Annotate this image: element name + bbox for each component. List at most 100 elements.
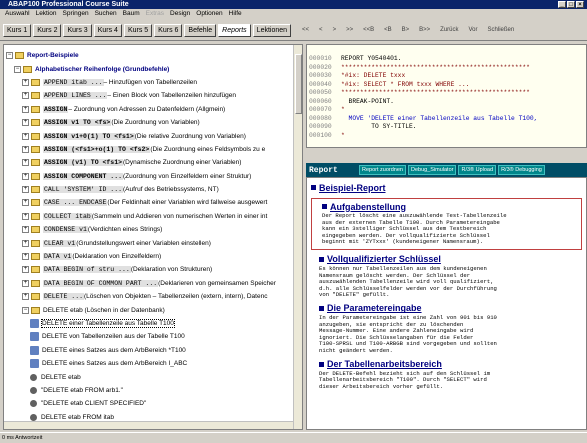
tree-node[interactable]: DELETE eines Satzes aus dem ArbBereich I…	[4, 357, 294, 370]
maximize-button[interactable]: □	[567, 1, 575, 8]
tree-node[interactable]: DELETE einer Tabellenzeile aus Tabelle T…	[4, 317, 294, 330]
tab-kurs-1[interactable]: Kurs 1	[3, 23, 32, 37]
expand-toggle-icon[interactable]: +	[22, 172, 29, 180]
tree-node[interactable]: + APPEND LINES ... – Einen Block von Tabe…	[4, 89, 294, 102]
tree-node-label: DELETE etab FROM itab	[41, 413, 114, 421]
nav-button[interactable]: Vor	[464, 24, 483, 37]
nav-button[interactable]: <<B	[358, 24, 379, 37]
menu-bar: Auswahl Lektion Springen Suchen Baum Extras De…	[0, 9, 587, 19]
report-button[interactable]: Report zuordnen	[359, 165, 406, 175]
tree-vertical-scrollbar[interactable]	[293, 45, 302, 429]
expand-toggle-icon[interactable]: +	[22, 253, 29, 261]
tree-node[interactable]: + ASSIGN (v1) TO <fs1> (Dynamische Zuordn…	[4, 156, 294, 169]
collapse-toggle-icon[interactable]: −	[6, 52, 13, 60]
tab-kurs-2[interactable]: Kurs 2	[33, 23, 62, 37]
nav-button[interactable]: Schließen	[483, 24, 520, 37]
expand-toggle-icon[interactable]: +	[22, 186, 29, 194]
report-text-line: nicht geändert werden.	[319, 346, 393, 354]
nav-button[interactable]: <<	[297, 24, 314, 37]
report-heading[interactable]: Vollqualifizierter Schlüssel	[311, 254, 586, 265]
report-heading[interactable]: Der Tabellenarbeitsbereich	[311, 359, 586, 370]
menu-auswahl[interactable]: Auswahl	[2, 9, 33, 19]
nav-button[interactable]: >	[328, 24, 342, 37]
nav-button[interactable]: >>	[341, 24, 358, 37]
tree-node[interactable]: + ASSIGN v1+0(1) TO <fs1> (Die relative Z…	[4, 129, 294, 142]
tree-node[interactable]: + ASSIGN (<fs1>+o(1) TO <fs2> (Die Zuordn…	[4, 143, 294, 156]
report-heading[interactable]: Aufgabenstellung	[314, 201, 579, 212]
close-button[interactable]: ×	[576, 1, 584, 8]
menu-optionen[interactable]: Optionen	[193, 9, 225, 19]
tab-kurs-6[interactable]: Kurs 6	[154, 23, 183, 37]
expand-toggle-icon[interactable]: +	[22, 199, 29, 207]
report-heading-text[interactable]: Vollqualifizierter Schlüssel	[327, 254, 441, 264]
tree-node[interactable]: + DATA v1 (Deklaration von Einzelfeldern)	[4, 250, 294, 263]
report-button[interactable]: R/3® Debugging	[498, 165, 545, 175]
tree-node[interactable]: DELETE etab	[4, 370, 294, 383]
tree-node[interactable]: + ASSIGN COMPONENT ... (Zuordnung von Ein…	[4, 170, 294, 183]
tree-node[interactable]: + CASE ... ENDCASE (Der Feldinhalt einer …	[4, 196, 294, 209]
menu-baum[interactable]: Baum	[120, 9, 143, 19]
tree-node[interactable]: − Report-Beispiele	[4, 49, 294, 62]
expand-toggle-icon[interactable]: +	[22, 105, 29, 113]
tree-node[interactable]: + CLEAR v1 (Grundstellungswert einer Vari…	[4, 236, 294, 249]
nav-button[interactable]: <	[314, 24, 328, 37]
scroll-thumb[interactable]	[295, 54, 302, 114]
tab-kurs-5[interactable]: Kurs 5	[123, 23, 153, 37]
expand-toggle-icon[interactable]: +	[22, 266, 29, 274]
expand-toggle-icon[interactable]: +	[22, 212, 29, 220]
tree-horizontal-scrollbar[interactable]	[4, 421, 293, 429]
menu-suchen[interactable]: Suchen	[92, 9, 120, 19]
expand-toggle-icon[interactable]: +	[22, 226, 29, 234]
line-number: 000080	[309, 114, 332, 122]
tree-node[interactable]: − Alphabetischer Reihenfolge (Grundbefehl…	[4, 62, 294, 75]
tab-reports[interactable]: Reports	[218, 23, 251, 37]
tree-node[interactable]: + CONDENSE v1 (Verdichten eines Strings)	[4, 223, 294, 236]
nav-button[interactable]: B>	[397, 24, 415, 37]
tree-node[interactable]: DELETE eines Satzes aus dem ArbBereich *…	[4, 344, 294, 357]
tab-lektionen[interactable]: Lektionen	[252, 23, 292, 37]
expand-toggle-icon[interactable]: +	[22, 293, 29, 301]
tree-node[interactable]: "DELETE etab CLIENT SPECIFIED"	[4, 397, 294, 410]
expand-toggle-icon[interactable]: +	[22, 92, 29, 100]
collapse-toggle-icon[interactable]: −	[14, 65, 21, 73]
report-heading-text[interactable]: Die Parametereingabe	[327, 303, 422, 313]
report-button[interactable]: Debug_Simulator	[407, 165, 457, 175]
nav-button[interactable]: B>>	[414, 24, 435, 37]
tree-node[interactable]: + ASSIGN v1 TO <fs> (Die Zuordnung von Va…	[4, 116, 294, 129]
expand-toggle-icon[interactable]: +	[22, 78, 29, 86]
tab-kurs-4[interactable]: Kurs 4	[93, 23, 122, 37]
code-editor[interactable]: 000010 REPORT Y0540401. 000020 ************…	[306, 44, 587, 148]
report-button[interactable]: R/3® Upload	[458, 165, 497, 175]
expand-toggle-icon[interactable]: +	[22, 145, 29, 153]
menu-hilfe[interactable]: Hilfe	[226, 9, 245, 19]
tree-node[interactable]: + DELETE ... (Löschen von Objekten – Tabe…	[4, 290, 294, 303]
report-heading[interactable]: Beispiel-Report	[311, 182, 586, 193]
report-heading-text[interactable]: Aufgabenstellung	[330, 202, 406, 212]
tree-node[interactable]: + APPEND itab ... – Hinzufügen von Tabell…	[4, 76, 294, 89]
tab-kurs-3[interactable]: Kurs 3	[63, 23, 92, 37]
nav-button[interactable]: Zurück	[435, 24, 463, 37]
expand-toggle-icon[interactable]: +	[22, 159, 29, 167]
expand-toggle-icon[interactable]: +	[22, 132, 29, 140]
tab-befehle[interactable]: Befehle	[184, 23, 217, 37]
expand-toggle-icon[interactable]: −	[22, 306, 29, 314]
menu-lektion[interactable]: Lektion	[33, 9, 60, 19]
tree-node[interactable]: DELETE von Tabellenzeilen aus der Tabell…	[4, 330, 294, 343]
tree-node[interactable]: − DELETE etab (Löschen in der Datenbank)	[4, 303, 294, 316]
expand-toggle-icon[interactable]: +	[22, 279, 29, 287]
expand-toggle-icon[interactable]: +	[22, 119, 29, 127]
menu-springen[interactable]: Springen	[60, 9, 92, 19]
tree-node[interactable]: + DATA BEGIN of stru ... (Deklaration von…	[4, 263, 294, 276]
report-heading[interactable]: Die Parametereingabe	[311, 303, 586, 314]
menu-design[interactable]: Design	[167, 9, 193, 19]
expand-toggle-icon[interactable]: +	[22, 239, 29, 247]
nav-button[interactable]: <B	[379, 24, 397, 37]
minimize-button[interactable]: _	[558, 1, 566, 8]
tree-node[interactable]: + COLLECT itab (Sammeln und Addieren von …	[4, 210, 294, 223]
report-heading-text[interactable]: Der Tabellenarbeitsbereich	[327, 359, 442, 369]
tree-node[interactable]: + ASSIGN – Zuordnung von Adressen zu Date…	[4, 103, 294, 116]
tree-node[interactable]: "DELETE etab FROM arb1."	[4, 384, 294, 397]
report-heading-text[interactable]: Beispiel-Report	[319, 183, 386, 193]
tree-node[interactable]: + CALL 'SYSTEM' ID ... (Aufruf des Betrie…	[4, 183, 294, 196]
tree-node[interactable]: + DATA BEGIN OF COMMON PART ... (Deklarie…	[4, 277, 294, 290]
